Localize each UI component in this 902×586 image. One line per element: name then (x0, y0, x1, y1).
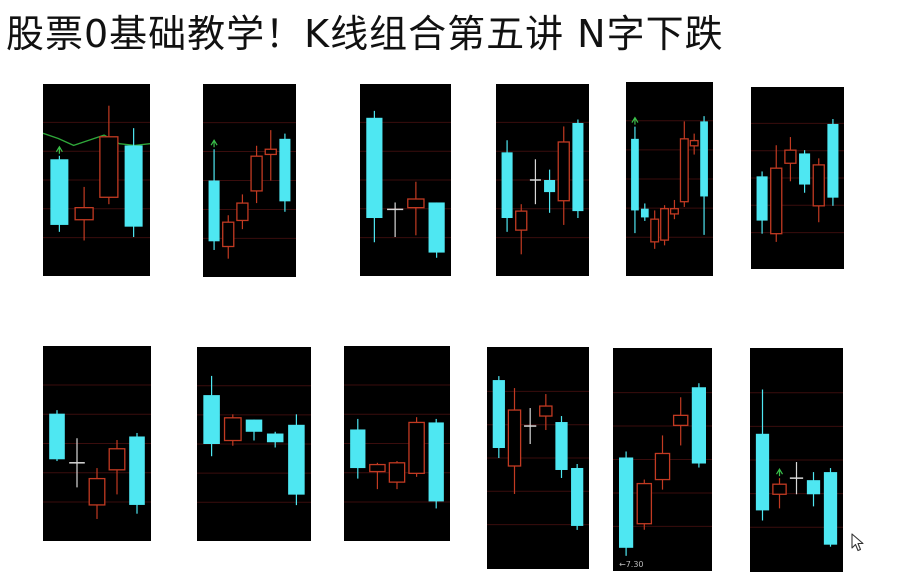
candle-body-up (223, 417, 242, 442)
candle-body-down (203, 395, 220, 444)
candle-body-down (755, 433, 770, 511)
marker-arrow-icon (631, 116, 639, 125)
candle-body-up (74, 206, 94, 221)
candle-body-up (557, 141, 570, 202)
candlestick-chart-4 (496, 84, 589, 276)
candle-body-up (88, 477, 106, 506)
candle-body-down (631, 138, 639, 211)
page-title: 股票0基础教学！K线组合第五讲 N字下跌 (6, 12, 724, 56)
chart-svg (487, 376, 589, 530)
candle-body-up (812, 164, 825, 207)
candle-body-up (689, 139, 699, 147)
candle-body-down (501, 152, 513, 219)
chart-svg (496, 119, 589, 255)
candle-body-down (428, 422, 444, 502)
candle-body-down (572, 122, 584, 212)
candle-body-up (264, 148, 277, 156)
candlestick-chart-3 (360, 84, 451, 276)
candlestick-chart-9 (344, 346, 450, 541)
candle-body-down (571, 467, 584, 526)
candle-body-up (108, 448, 126, 471)
candle-body-up (236, 202, 249, 222)
candlestick-chart-7 (43, 346, 151, 541)
candle-body-up (770, 167, 783, 235)
candlestick-chart-2 (203, 84, 296, 277)
candle-body-down (756, 176, 768, 221)
candle-body-down (691, 387, 706, 464)
candle-body-down (50, 159, 69, 225)
candle-body-down (129, 436, 145, 505)
candle-body-up (408, 421, 425, 474)
candle-body-up (99, 136, 119, 198)
candle-body-down (279, 138, 291, 202)
chart-svg: ←7.30 (613, 383, 712, 569)
candle-body-down (640, 208, 649, 218)
candle-body-down (806, 480, 821, 495)
candle-body-down (823, 472, 838, 545)
candle-body-down (245, 419, 263, 432)
candle-body-down (827, 123, 839, 198)
candle-body-down (124, 145, 143, 227)
candlestick-chart-5 (626, 82, 713, 276)
candle-body-down (428, 202, 445, 253)
candlestick-chart-1 (43, 84, 150, 276)
candle-body-down (49, 413, 65, 460)
candle-body-up (507, 409, 522, 467)
candle-body-down (350, 429, 366, 469)
chart-svg (43, 384, 151, 519)
candle-body-up (388, 462, 406, 483)
candle-body-up (669, 208, 679, 215)
candle-body-down (366, 117, 383, 219)
candle-body-up (772, 483, 787, 495)
candle-body-up (222, 221, 235, 248)
candle-body-up (679, 138, 689, 203)
candle-body-up (784, 149, 797, 164)
candle-body-up (407, 198, 425, 209)
candle-body-up (369, 463, 386, 473)
candle-body-up (654, 452, 671, 481)
marker-arrow-icon (210, 139, 218, 148)
candle-body-up (660, 208, 670, 241)
chart-svg (360, 110, 451, 258)
marker-arrow-icon (55, 145, 63, 154)
candle-body-up (672, 414, 689, 427)
candlestick-chart-11: ←7.30 (613, 348, 712, 571)
chart-svg (203, 122, 296, 259)
candle-body-up (515, 210, 528, 231)
candle-body-down (799, 153, 811, 185)
chart-svg (626, 116, 713, 249)
candle-body-down (208, 180, 220, 242)
candlestick-chart-6 (751, 87, 844, 269)
chart-svg (197, 375, 311, 506)
candle-body-up (539, 405, 553, 417)
candle-body-up (636, 482, 653, 525)
chart-svg (344, 384, 450, 509)
candle-body-up (250, 155, 263, 192)
candlestick-chart-10 (487, 347, 589, 569)
candle-body-down (544, 180, 556, 193)
candle-body-down (619, 457, 634, 548)
price-label: ←7.30 (619, 560, 644, 569)
candlestick-chart-8 (197, 347, 311, 541)
candle-body-down (266, 433, 284, 443)
candlestick-chart-12 (750, 348, 843, 572)
candle-body-down (492, 380, 505, 449)
mouse-cursor-icon (851, 533, 864, 552)
chart-svg (750, 389, 843, 547)
candle-body-up (650, 218, 660, 243)
chart-svg (751, 119, 844, 242)
candle-body-down (700, 121, 708, 197)
marker-arrow-icon (775, 467, 784, 477)
candle-body-down (288, 424, 305, 495)
chart-svg (43, 105, 150, 241)
candle-body-down (555, 422, 568, 470)
